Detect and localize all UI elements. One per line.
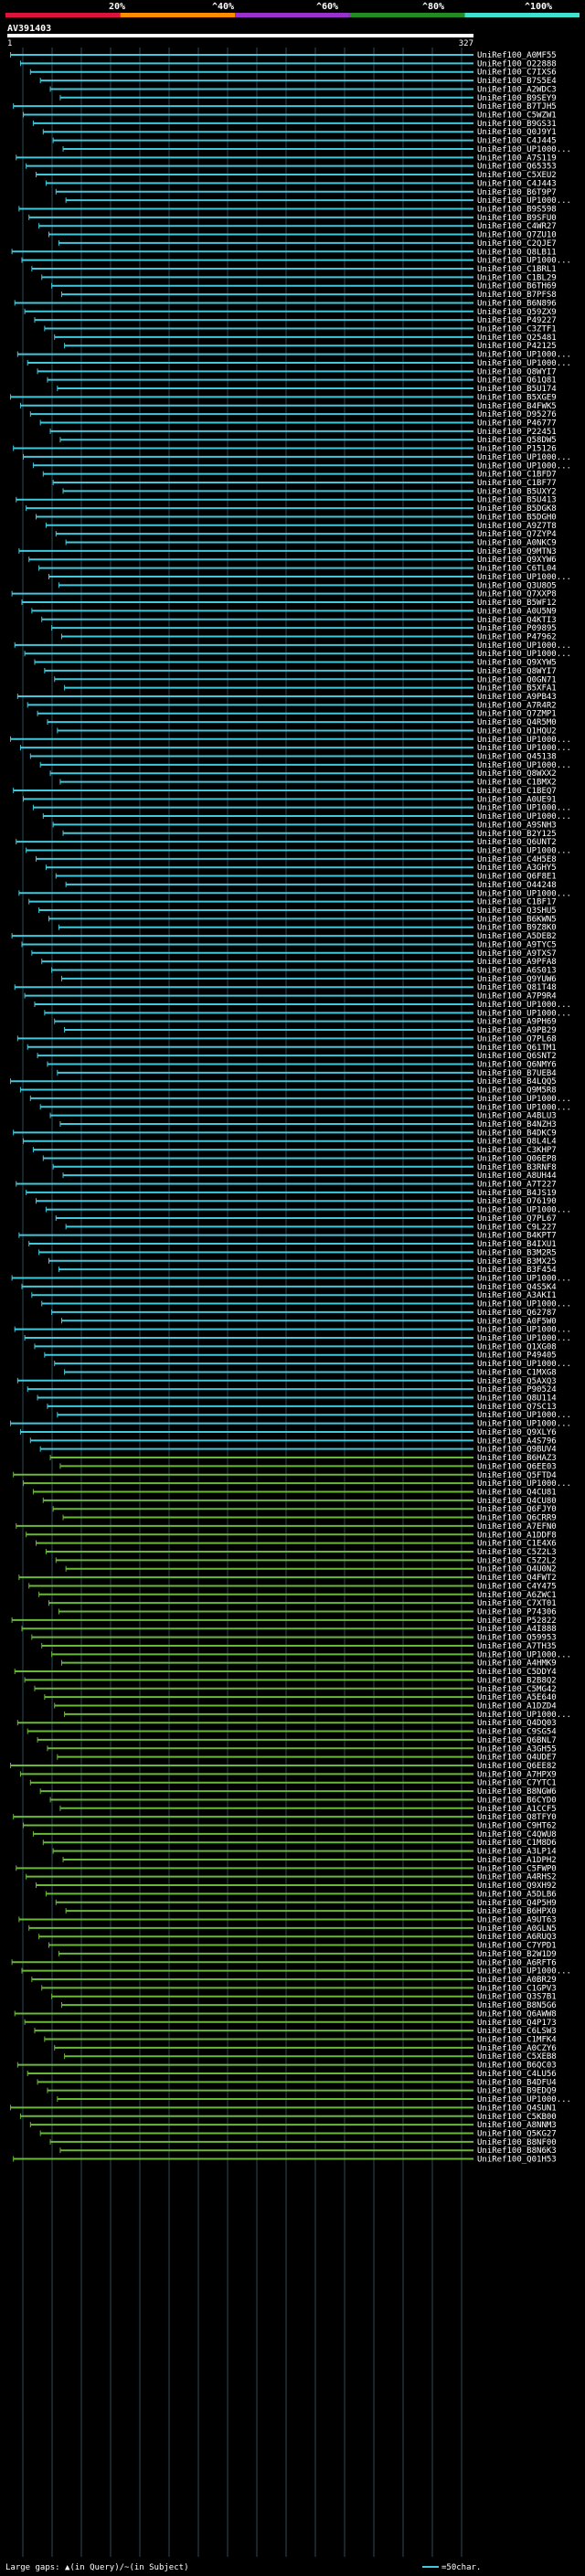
identity-scale-segment: [5, 13, 121, 17]
query-end: 327: [459, 39, 473, 48]
identity-scale-label: ^100%: [525, 2, 552, 12]
query-start: 1: [7, 39, 12, 48]
identity-scale-label: ^80%: [422, 2, 444, 12]
identity-scale-label: ^60%: [316, 2, 338, 12]
footer-gaps: Large gaps: ▲(in Query)/~(in Subject): [5, 2563, 188, 2572]
identity-scale-segment: [349, 13, 465, 17]
identity-scale-label: 20%: [109, 2, 125, 12]
identity-scale-segment: [235, 13, 350, 17]
legend-scale-label: =50char.: [441, 2563, 481, 2572]
identity-scale-label: ^40%: [212, 2, 234, 12]
identity-scale-segment: [120, 13, 236, 17]
hit-label: UniRef100_Q01H53: [477, 2156, 557, 2165]
query-ruler: [7, 34, 473, 37]
query-id: AV391403: [7, 24, 51, 34]
alignment-chart: 20% ^40% ^60% ^80% ^100% AV391403 1 327 UniRef10…: [5, 2, 580, 2572]
identity-scale-segment: [464, 13, 580, 17]
